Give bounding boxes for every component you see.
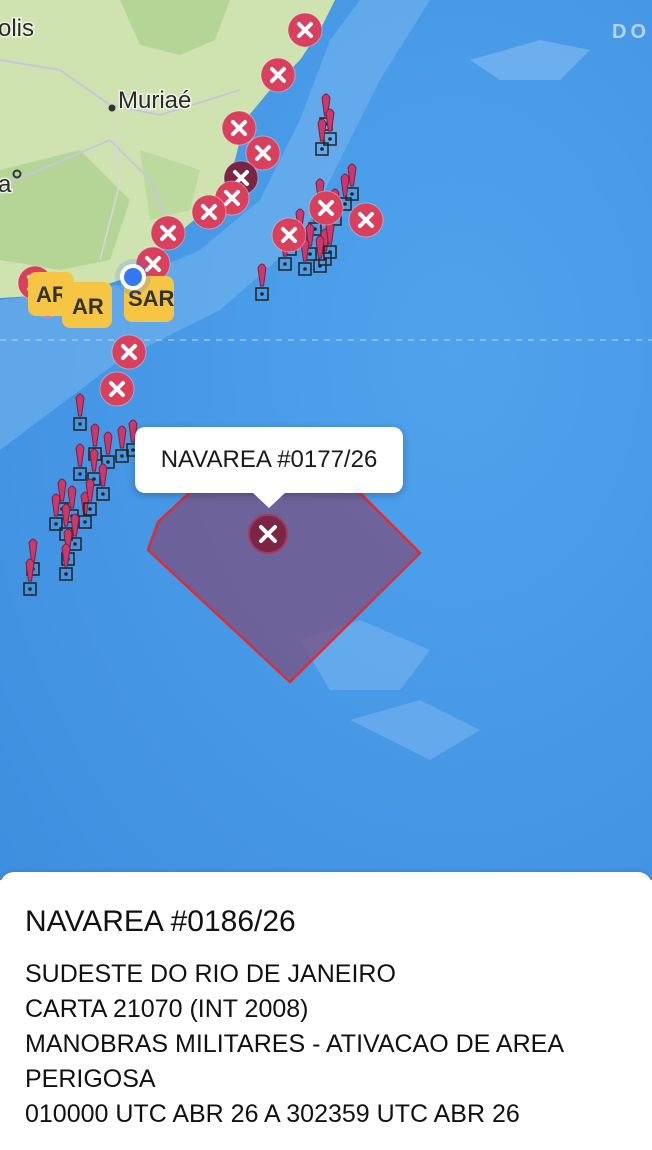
sheet-line: PERIGOSA [25, 1065, 156, 1093]
sheet-line: SUDESTE DO RIO DE JANEIRO [25, 960, 396, 988]
city-label-muriae: Muriaé [118, 87, 191, 114]
point-dot [88, 507, 92, 511]
bottom-sheet[interactable]: NAVAREA #0186/26 SUDESTE DO RIO DE JANEI… [0, 872, 652, 1150]
point-dot [308, 252, 312, 256]
point-dot [106, 460, 110, 464]
point-dot [303, 267, 307, 271]
point-dot [120, 454, 124, 458]
point-dot [328, 250, 332, 254]
region-label: DO [612, 21, 650, 43]
navarea-marker[interactable] [221, 110, 257, 146]
navarea-marker[interactable] [287, 12, 323, 48]
navarea-marker[interactable] [348, 202, 384, 238]
sheet-body: SUDESTE DO RIO DE JANEIRO CARTA 21070 (I… [25, 957, 635, 1132]
point-dot [54, 522, 58, 526]
point-dot [343, 202, 347, 206]
point-dot [318, 264, 322, 268]
sheet-line: 010000 UTC ABR 26 A 302359 UTC ABR 26 [25, 1100, 520, 1128]
navarea-callout[interactable]: NAVAREA #0177/26 [135, 427, 403, 508]
point-dot [328, 137, 332, 141]
navarea-marker[interactable] [308, 190, 344, 226]
point-dot [28, 587, 32, 591]
city-label-polis: olis [0, 15, 34, 42]
user-location-dot[interactable] [120, 264, 146, 290]
sheet-title: NAVAREA #0186/26 [25, 905, 296, 938]
point-dot [320, 147, 324, 151]
point-dot [350, 192, 354, 196]
sheet-line: MANOBRAS MILITARES - ATIVACAO DE AREA [25, 1030, 565, 1058]
point-dot [283, 262, 287, 266]
point-dot [64, 572, 68, 576]
city-dot [108, 104, 116, 112]
point-dot [260, 292, 264, 296]
point-dot [73, 542, 77, 546]
sar-badge[interactable]: AR [62, 282, 112, 328]
navarea-marker[interactable] [271, 217, 307, 253]
point-dot [78, 472, 82, 476]
sar-badge-label: AR [72, 294, 104, 319]
selected-navarea-marker[interactable] [248, 514, 288, 554]
navarea-marker[interactable] [191, 194, 227, 230]
point-dot [101, 492, 105, 496]
point-dot [78, 422, 82, 426]
point-dot [83, 520, 87, 524]
sheet-line: CARTA 21070 (INT 2008) [25, 995, 309, 1023]
navarea-marker[interactable] [150, 215, 186, 251]
navarea-marker[interactable] [99, 371, 135, 407]
navarea-marker[interactable] [111, 334, 147, 370]
navarea-marker[interactable] [260, 57, 296, 93]
callout-title: NAVAREA #0177/26 [160, 446, 378, 473]
city-label-partial: a [0, 171, 12, 198]
